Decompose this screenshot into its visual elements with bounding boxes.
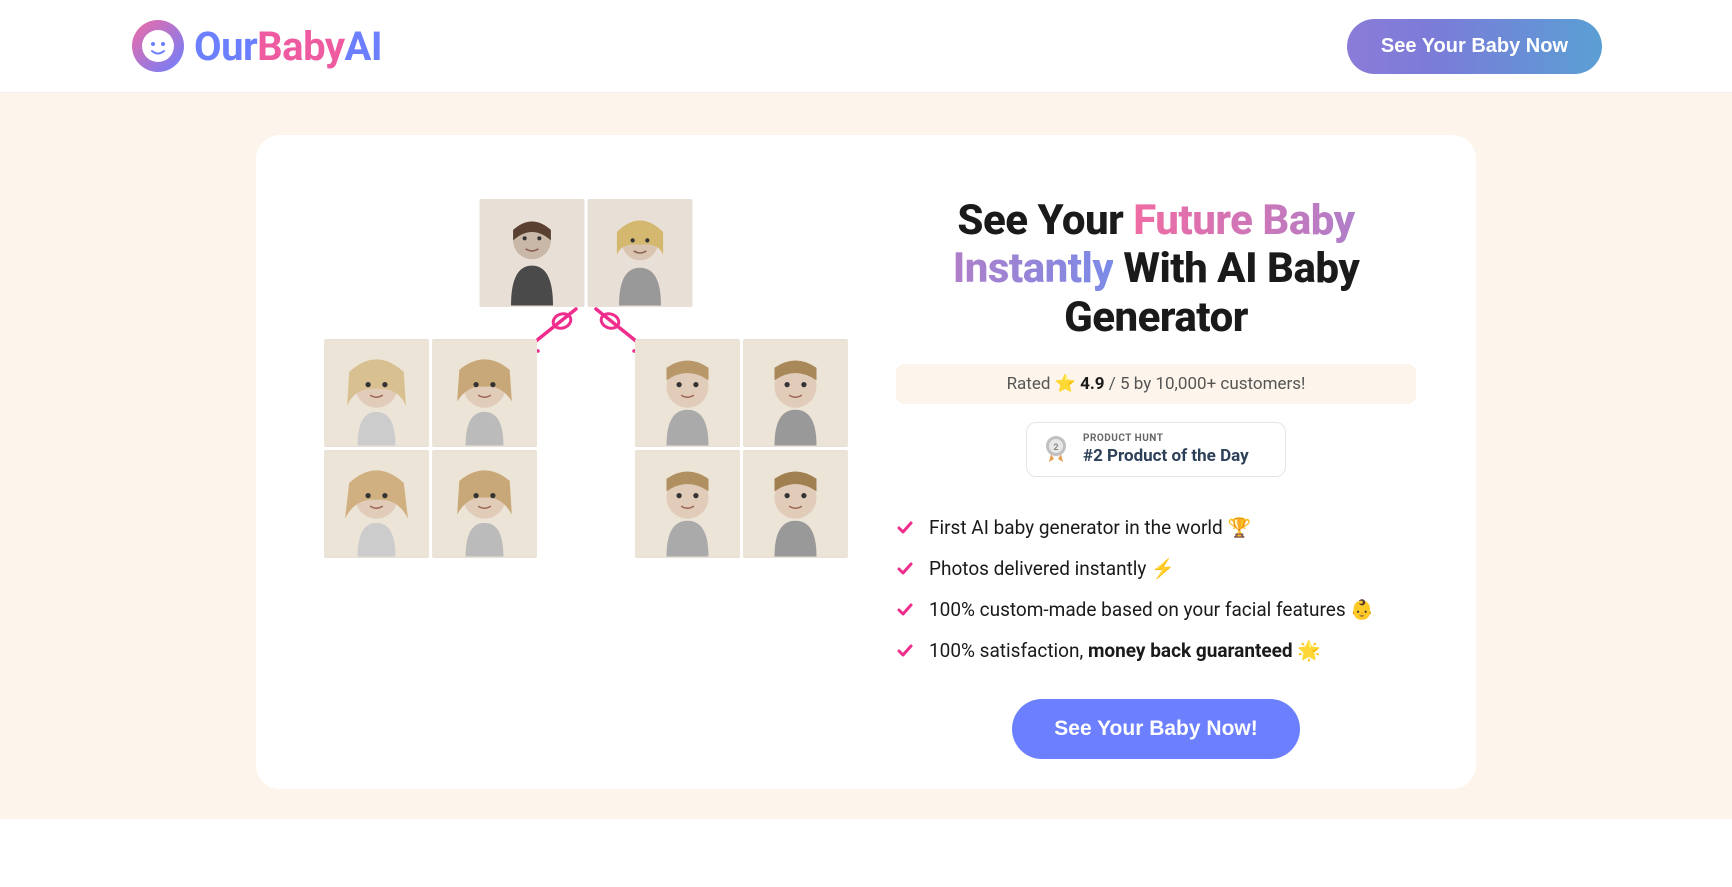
product-hunt-badge[interactable]: 2 PRODUCT HUNT #2 Product of the Day [1026, 422, 1286, 477]
ph-rank: #2 Product of the Day [1083, 446, 1249, 466]
baby-grid-boys [635, 339, 848, 558]
hero-illustration [316, 191, 856, 591]
logo-icon [130, 18, 186, 74]
baby-photo [432, 450, 537, 558]
medal-icon: 2 [1041, 434, 1071, 464]
star-icon: ⭐ [1055, 374, 1076, 394]
rating-bar: Rated ⭐ 4.9 / 5 by 10,000+ customers! [896, 364, 1416, 404]
baby-photo [324, 339, 429, 447]
check-icon [896, 560, 914, 578]
feature-item: 100% satisfaction, money back guaranteed… [896, 630, 1416, 671]
baby-grid-girls [324, 339, 537, 558]
check-icon [896, 519, 914, 537]
hero-headline: See Your Future Baby Instantly With AI B… [896, 197, 1416, 342]
baby-photo [432, 339, 537, 447]
logo-text: OurBabyAI [194, 23, 382, 70]
page-background: See Your Future Baby Instantly With AI B… [0, 93, 1732, 819]
baby-photo [324, 450, 429, 558]
baby-photo [635, 339, 740, 447]
hero-cta-button[interactable]: See Your Baby Now! [1012, 699, 1299, 759]
check-icon [896, 601, 914, 619]
check-icon [896, 642, 914, 660]
feature-item: Photos delivered instantly ⚡ [896, 548, 1416, 589]
parent-photo-2 [588, 199, 693, 307]
parent-photo-1 [480, 199, 585, 307]
logo[interactable]: OurBabyAI [130, 18, 382, 74]
feature-item: First AI baby generator in the world 🏆 [896, 507, 1416, 548]
feature-list: First AI baby generator in the world 🏆 P… [896, 507, 1416, 671]
baby-photo [743, 450, 848, 558]
svg-text:2: 2 [1053, 443, 1058, 453]
header-cta-button[interactable]: See Your Baby Now [1347, 19, 1602, 74]
baby-photo [635, 450, 740, 558]
hero-card: See Your Future Baby Instantly With AI B… [256, 135, 1476, 789]
baby-photo [743, 339, 848, 447]
ph-label: PRODUCT HUNT [1083, 433, 1249, 444]
hero-content: See Your Future Baby Instantly With AI B… [896, 191, 1416, 759]
site-header: OurBabyAI See Your Baby Now [0, 0, 1732, 93]
feature-item: 100% custom-made based on your facial fe… [896, 589, 1416, 630]
